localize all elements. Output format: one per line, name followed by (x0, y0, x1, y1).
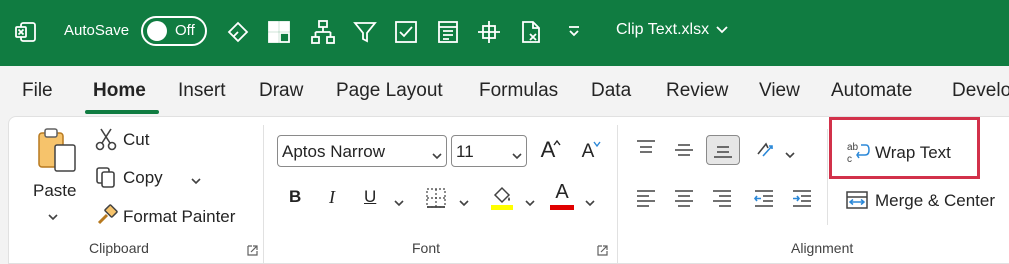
tab-draw[interactable]: Draw (259, 80, 303, 102)
chevron-down-icon (716, 26, 728, 34)
eraser-icon[interactable] (225, 19, 251, 45)
font-color-swatch (550, 205, 574, 210)
paste-chevron-icon[interactable] (48, 209, 58, 221)
cut-button[interactable]: Cut (123, 130, 149, 150)
bottom-align-button[interactable] (706, 135, 740, 165)
font-size-select[interactable]: 11 (451, 135, 527, 167)
tab-data[interactable]: Data (591, 80, 631, 102)
autosave-toggle[interactable]: Off (141, 16, 207, 46)
form-icon[interactable] (435, 19, 461, 45)
underline-chevron-icon[interactable] (394, 195, 404, 207)
checkbox-icon[interactable] (393, 19, 419, 45)
customize-icon[interactable] (566, 23, 582, 39)
tab-formulas[interactable]: Formulas (479, 80, 558, 102)
paste-icon[interactable] (33, 127, 79, 175)
filter-icon[interactable] (352, 19, 378, 45)
autosave-label: AutoSave (64, 22, 130, 39)
caret-down-icon (593, 141, 601, 148)
underline-button[interactable]: U (364, 187, 376, 207)
copy-button[interactable]: Copy (123, 168, 163, 188)
align-left-button[interactable] (631, 183, 661, 213)
middle-align-button[interactable] (669, 135, 699, 165)
clipboard-launcher-icon[interactable] (247, 243, 258, 256)
align-center-button[interactable] (669, 183, 699, 213)
title-bar: AutoSave Off Clip Text.xlsx (0, 0, 1009, 66)
merge-center-icon (845, 189, 869, 211)
copy-icon (95, 165, 117, 189)
grow-font-button[interactable]: A (533, 135, 563, 165)
tab-home[interactable]: Home (93, 80, 146, 102)
tab-developer[interactable]: Develo (952, 80, 1009, 102)
fill-color-chevron-icon[interactable] (525, 195, 535, 207)
shrink-font-button[interactable]: A (573, 137, 603, 167)
alignment-group-label: Alignment (791, 240, 854, 256)
orientation-chevron-icon[interactable] (785, 147, 795, 159)
autosave-state: Off (175, 22, 195, 39)
decrease-indent-button[interactable] (749, 183, 779, 213)
file-name: Clip Text.xlsx (616, 21, 710, 38)
tab-automate[interactable]: Automate (831, 80, 912, 102)
font-color-glyph: A (555, 181, 569, 203)
wrap-text-highlight (829, 117, 980, 179)
orientation-icon[interactable] (751, 135, 781, 165)
format-painter-icon (95, 203, 119, 227)
font-size-value: 11 (456, 142, 474, 161)
format-painter-button[interactable]: Format Painter (123, 207, 235, 227)
font-size-chevron-icon (512, 146, 522, 160)
borders-chevron-icon[interactable] (459, 195, 469, 207)
tab-review[interactable]: Review (666, 80, 728, 102)
scissors-icon (95, 127, 117, 151)
tab-insert[interactable]: Insert (178, 80, 226, 102)
paste-button[interactable]: Paste (33, 181, 76, 201)
align-right-button[interactable] (707, 183, 737, 213)
crosshair-icon[interactable] (476, 19, 502, 45)
caret-up-icon (553, 139, 561, 146)
toggle-knob (147, 21, 167, 41)
org-chart-icon[interactable] (309, 18, 337, 46)
bold-button[interactable]: B (289, 187, 301, 207)
ribbon-tabs: File Home Insert Draw Page Layout Formul… (0, 66, 1009, 116)
font-name-select[interactable]: Aptos Narrow (277, 135, 447, 167)
group-separator (263, 125, 264, 263)
borders-icon[interactable] (425, 187, 447, 209)
tab-page-layout[interactable]: Page Layout (336, 80, 443, 102)
font-color-icon[interactable]: A (549, 181, 575, 211)
group-separator (827, 129, 828, 225)
active-tab-indicator (85, 110, 159, 114)
clipboard-group-label: Clipboard (89, 240, 149, 256)
merge-center-button[interactable]: Merge & Center (875, 191, 995, 211)
font-name-value: Aptos Narrow (282, 142, 385, 161)
tab-view[interactable]: View (759, 80, 800, 102)
file-name-dropdown[interactable]: Clip Text.xlsx (616, 21, 729, 39)
freeze-panes-icon[interactable] (266, 19, 292, 45)
copy-chevron-icon[interactable] (191, 173, 201, 185)
top-align-button[interactable] (631, 133, 661, 163)
font-launcher-icon[interactable] (597, 243, 608, 256)
excel-logo-icon[interactable] (14, 20, 38, 44)
italic-button[interactable]: I (329, 187, 335, 208)
group-separator (617, 125, 618, 263)
fill-color-icon[interactable] (489, 183, 515, 211)
tab-file[interactable]: File (22, 80, 53, 102)
font-group-label: Font (412, 240, 441, 256)
font-color-chevron-icon[interactable] (585, 195, 595, 207)
font-name-chevron-icon (432, 146, 442, 160)
increase-indent-button[interactable] (787, 183, 817, 213)
document-icon[interactable] (518, 19, 544, 45)
